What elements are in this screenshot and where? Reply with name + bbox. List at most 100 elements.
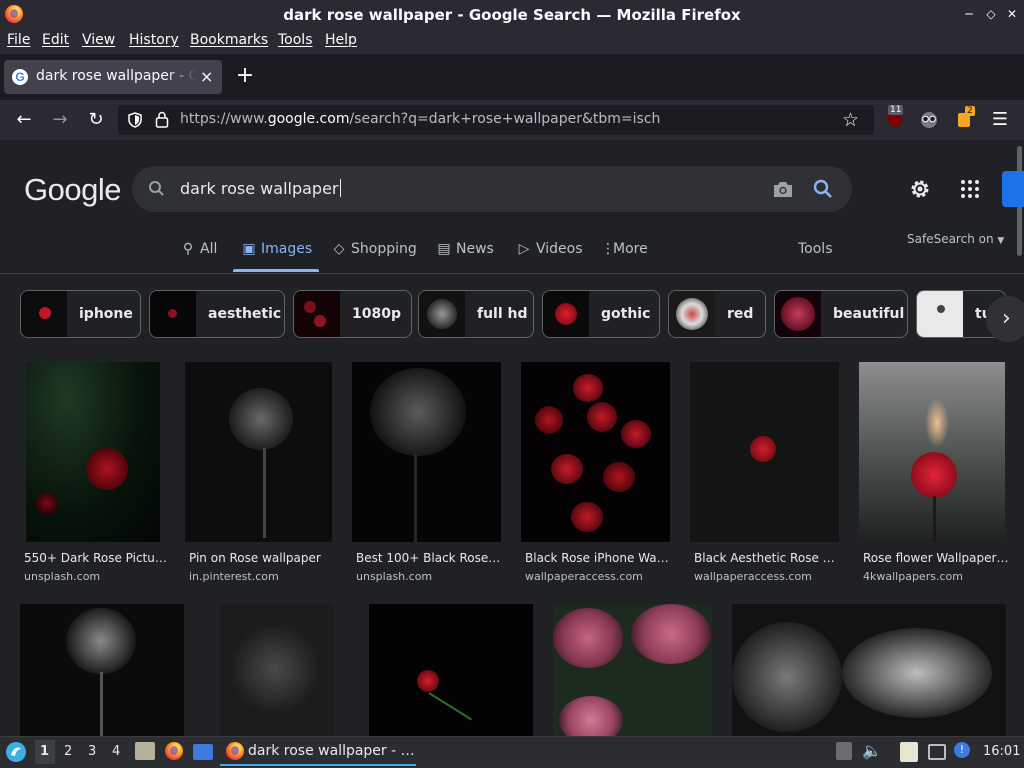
chips-next-arrow-icon[interactable]: › (986, 296, 1024, 342)
result-caption-4[interactable]: Black Rose iPhone Wallpapers (525, 551, 671, 565)
taskbar-firefox-window[interactable]: dark rose wallpaper - … (220, 738, 416, 766)
forward-button[interactable]: → (48, 108, 72, 132)
tab-news[interactable]: ▤ News (436, 241, 493, 257)
minimize-button[interactable]: ─ (962, 7, 976, 21)
chip-label: 1080p (352, 306, 401, 322)
search-input[interactable]: dark rose wallpaper (180, 179, 341, 198)
result-image-11[interactable] (732, 604, 1006, 736)
search-box[interactable]: dark rose wallpaper (132, 166, 852, 212)
tab-images[interactable]: ▣ Images (241, 241, 312, 257)
tab-shopping[interactable]: ◇ Shopping (331, 241, 417, 257)
menu-view[interactable]: View (82, 32, 115, 48)
menu-file[interactable]: File (7, 32, 30, 48)
taskbar-window-title: dark rose wallpaper - … (248, 743, 415, 759)
chip-thumbnail (150, 291, 196, 337)
result-source-3: unsplash.com (356, 570, 433, 583)
tab-images-label: Images (261, 241, 313, 257)
tab-videos[interactable]: ▷ Videos (516, 241, 583, 257)
tab-all[interactable]: ⚲ All (180, 241, 218, 257)
chip-aesthetic[interactable]: aesthetic (149, 290, 285, 338)
tag-icon: ◇ (333, 241, 345, 257)
privacy-badger-extension-icon[interactable] (918, 108, 940, 130)
chip-full-hd[interactable]: full hd (418, 290, 534, 338)
chip-red[interactable]: red (668, 290, 766, 338)
result-image-3[interactable] (352, 362, 501, 542)
google-logo[interactable]: Google (24, 172, 121, 208)
menu-tools[interactable]: Tools (278, 32, 313, 48)
menu-help[interactable]: Help (325, 32, 357, 48)
menu-history[interactable]: History (129, 32, 179, 48)
active-tab-indicator (233, 269, 319, 272)
safesearch-label: SafeSearch on (907, 232, 994, 246)
shield-icon[interactable] (127, 112, 143, 128)
maximize-button[interactable]: ◇ (984, 7, 998, 21)
clock[interactable]: 16:01 (983, 744, 1020, 759)
camera-icon[interactable] (772, 179, 794, 199)
search-icon (149, 181, 164, 196)
tools-button[interactable]: Tools (798, 241, 833, 257)
result-image-4[interactable] (521, 362, 670, 542)
settings-gear-icon[interactable] (908, 177, 932, 201)
chevron-down-icon: ▼ (997, 236, 1005, 246)
network-icon[interactable] (928, 744, 946, 760)
volume-icon[interactable]: 🔈 (862, 741, 882, 760)
close-window-button[interactable]: ✕ (1005, 7, 1019, 21)
search-submit-icon[interactable] (812, 178, 834, 200)
chip-beautiful[interactable]: beautiful (774, 290, 908, 338)
result-image-1[interactable] (26, 362, 160, 542)
sign-in-button[interactable] (1002, 171, 1024, 207)
result-caption-3[interactable]: Best 100+ Black Rose Pictures (356, 551, 502, 565)
chip-1080p[interactable]: 1080p (293, 290, 412, 338)
workspace-3-button[interactable]: 3 (88, 744, 96, 759)
extension-badge: 2 (965, 106, 975, 116)
chip-label: beautiful (833, 306, 905, 322)
tray-notes-icon[interactable] (900, 742, 918, 762)
puzzle-extension-icon[interactable]: 2 (955, 106, 977, 130)
chip-gothic[interactable]: gothic (542, 290, 660, 338)
result-image-10[interactable] (553, 604, 712, 736)
tab-close-button[interactable]: × (200, 67, 213, 86)
workspace-1-button[interactable]: 1 (40, 744, 49, 759)
menu-bookmarks[interactable]: Bookmarks (190, 32, 268, 48)
result-caption-2[interactable]: Pin on Rose wallpaper (189, 551, 335, 565)
desktop-launcher-icon[interactable] (193, 744, 213, 760)
result-caption-6[interactable]: Rose flower Wallpaper 4K (863, 551, 1009, 565)
result-source-4: wallpaperaccess.com (525, 570, 643, 583)
tab-more[interactable]: ⋮More (601, 241, 648, 257)
safesearch-dropdown[interactable]: SafeSearch on ▼ (907, 232, 1004, 246)
url-bar[interactable]: https://www.google.com/search?q=dark+ros… (118, 105, 874, 135)
chip-thumbnail (419, 291, 465, 337)
result-image-5[interactable] (690, 362, 839, 542)
tab-more-label: More (613, 241, 648, 257)
result-image-8[interactable] (220, 604, 334, 736)
bookmark-star-icon[interactable]: ☆ (842, 109, 859, 131)
back-button[interactable]: ← (12, 108, 36, 132)
result-caption-1[interactable]: 550+ Dark Rose Pictures (24, 551, 170, 565)
google-favicon-icon: G (12, 69, 28, 85)
notifications-icon[interactable]: ! (954, 742, 970, 758)
browser-tab[interactable]: G dark rose wallpaper - Google Search × (4, 60, 222, 94)
new-tab-button[interactable]: + (234, 64, 256, 88)
chip-iphone[interactable]: iphone (20, 290, 141, 338)
workspace-2-button[interactable]: 2 (64, 744, 72, 759)
firefox-launcher-icon[interactable] (165, 742, 183, 760)
file-manager-launcher-icon[interactable] (135, 742, 155, 760)
menu-edit[interactable]: Edit (42, 32, 69, 48)
image-icon: ▣ (242, 241, 256, 257)
start-menu-icon[interactable] (5, 741, 27, 763)
result-caption-5[interactable]: Black Aesthetic Rose Wallpapers (694, 551, 840, 565)
ublock-extension-icon[interactable]: 11 (884, 105, 906, 130)
result-image-7[interactable] (20, 604, 184, 736)
result-image-9[interactable] (369, 604, 533, 736)
chip-label: full hd (477, 306, 528, 322)
apps-grid-icon[interactable] (960, 179, 980, 199)
url-text[interactable]: https://www.google.com/search?q=dark+ros… (180, 111, 660, 127)
hamburger-menu-icon[interactable]: ☰ (988, 108, 1012, 132)
tray-clipboard-icon[interactable] (836, 742, 852, 760)
lock-icon[interactable] (155, 111, 169, 128)
reload-button[interactable]: ↻ (84, 108, 108, 132)
workspace-4-button[interactable]: 4 (112, 744, 120, 759)
result-image-6[interactable] (859, 362, 1005, 542)
result-image-2[interactable] (185, 362, 332, 542)
chip-thumbnail (775, 291, 821, 337)
